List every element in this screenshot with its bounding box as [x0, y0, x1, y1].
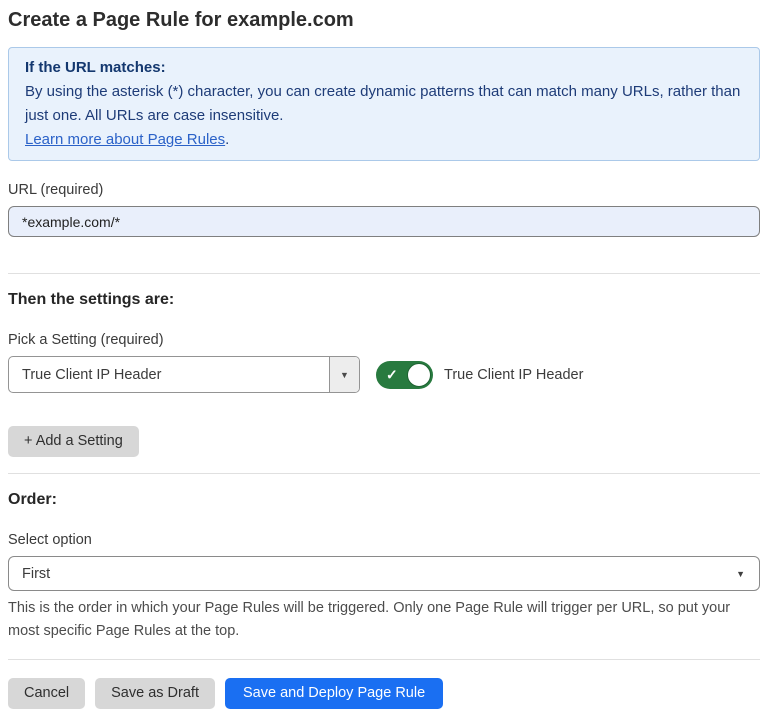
link-suffix: .	[225, 131, 229, 148]
add-setting-button[interactable]: + Add a Setting	[8, 426, 139, 457]
setting-select-arrow-button[interactable]: ▼	[329, 357, 359, 392]
order-help-text: This is the order in which your Page Rul…	[8, 597, 760, 643]
learn-more-link[interactable]: Learn more about Page Rules	[25, 131, 225, 148]
order-section-heading: Order:	[8, 489, 760, 511]
settings-section-heading: Then the settings are:	[8, 289, 760, 311]
url-input[interactable]	[8, 206, 760, 237]
url-field-label: URL (required)	[8, 182, 760, 198]
pick-setting-label: Pick a Setting (required)	[8, 332, 760, 348]
toggle-label: True Client IP Header	[444, 367, 583, 383]
info-box-link-line: Learn more about Page Rules.	[25, 128, 743, 152]
footer-divider	[8, 659, 760, 660]
setting-select-value: True Client IP Header	[9, 357, 329, 392]
order-select[interactable]: First ▼	[8, 556, 760, 591]
order-select-value: First	[22, 566, 50, 582]
info-box-body: By using the asterisk (*) character, you…	[25, 80, 743, 128]
section-divider	[8, 273, 760, 274]
check-icon: ✓	[386, 367, 398, 381]
info-box-heading: If the URL matches:	[25, 56, 743, 80]
setting-row: True Client IP Header ▼ ✓ True Client IP…	[8, 356, 760, 393]
create-page-rule-form: Create a Page Rule for example.com If th…	[0, 0, 769, 723]
url-match-info-box: If the URL matches: By using the asteris…	[8, 47, 760, 161]
toggle-knob	[407, 363, 431, 387]
true-client-ip-toggle[interactable]: ✓	[376, 361, 433, 389]
cancel-button[interactable]: Cancel	[8, 678, 85, 709]
info-box-body-text: By using the asterisk (*) character, you…	[25, 83, 740, 124]
setting-select[interactable]: True Client IP Header ▼	[8, 356, 360, 393]
chevron-down-icon: ▼	[736, 569, 745, 579]
section-divider	[8, 473, 760, 474]
footer-actions: Cancel Save as Draft Save and Deploy Pag…	[8, 678, 760, 709]
page-title: Create a Page Rule for example.com	[8, 6, 760, 34]
order-select-label: Select option	[8, 532, 760, 548]
save-as-draft-button[interactable]: Save as Draft	[95, 678, 215, 709]
chevron-down-icon: ▼	[340, 370, 349, 380]
save-and-deploy-button[interactable]: Save and Deploy Page Rule	[225, 678, 443, 709]
